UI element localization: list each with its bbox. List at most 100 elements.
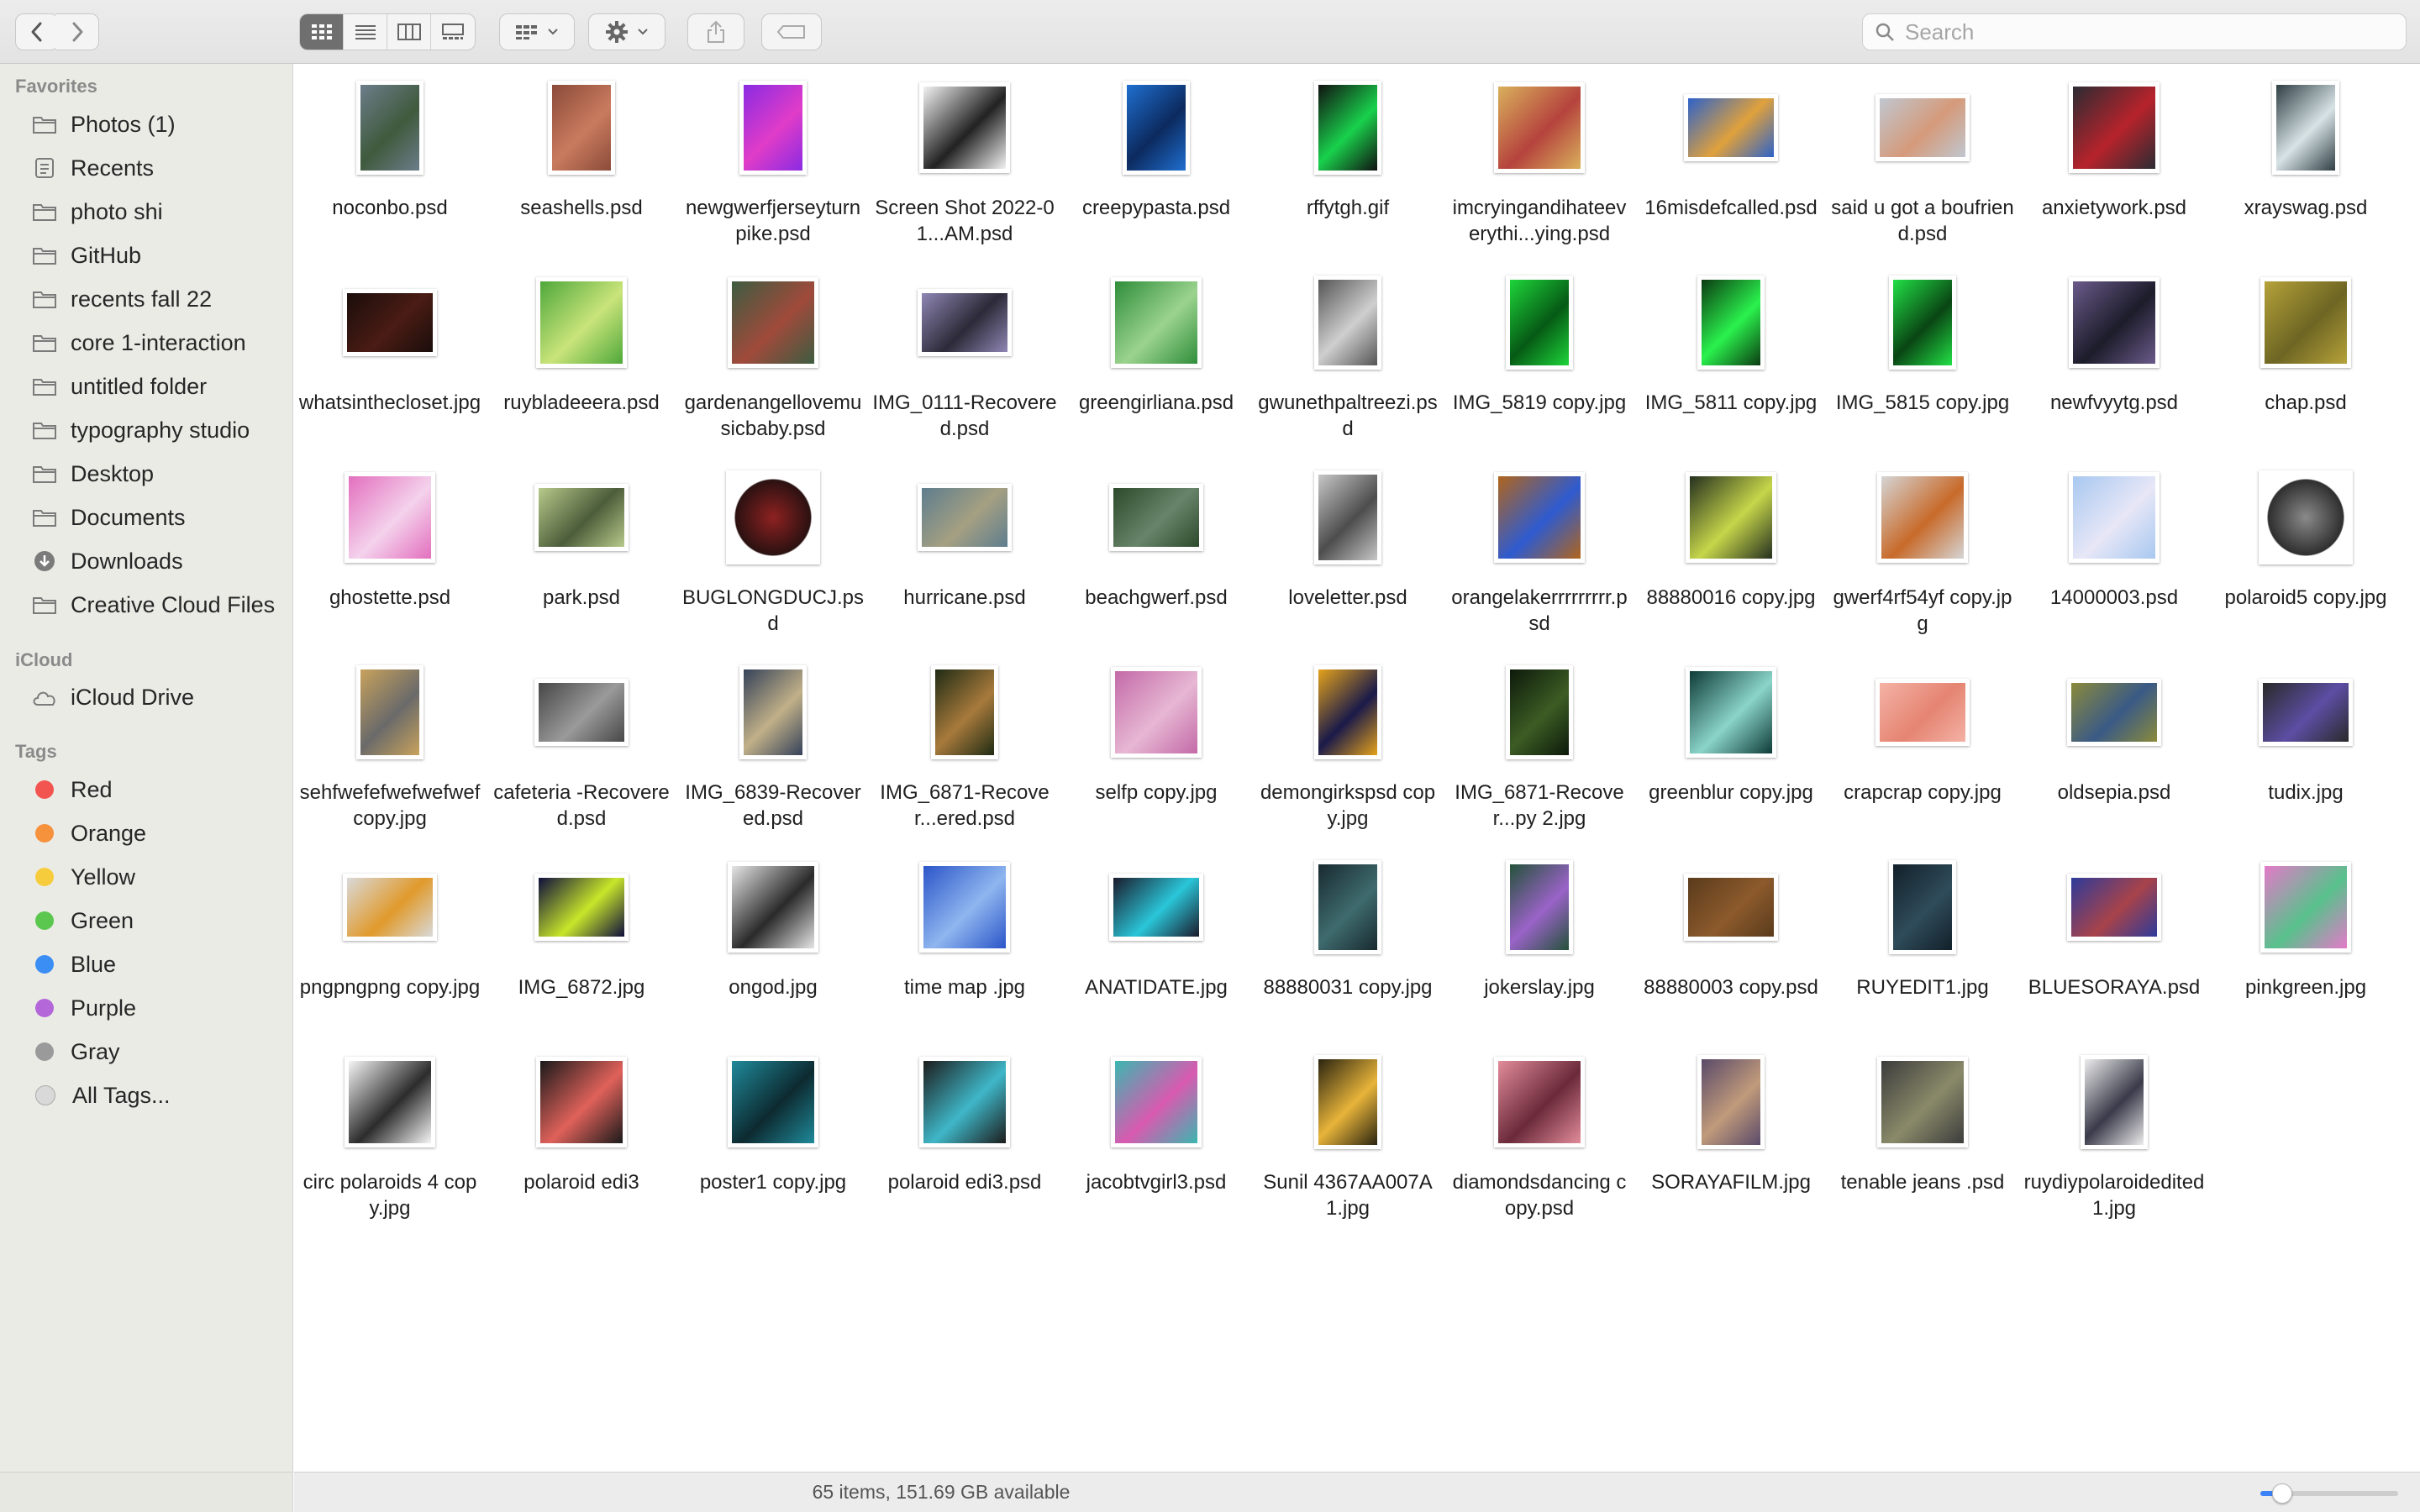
sidebar-item-icloud-drive[interactable]: iCloud Drive [30, 679, 194, 716]
file-item[interactable]: 88880016 copy.jpg [1639, 454, 1823, 639]
sidebar-item-recents-fall-22[interactable]: recents fall 22 [30, 281, 212, 318]
file-item[interactable]: jokerslay.jpg [1447, 844, 1632, 1029]
file-item[interactable]: time map .jpg [872, 844, 1057, 1029]
file-item[interactable]: orangelakerrrrrrrrr.psd [1447, 454, 1632, 639]
sidebar-tag-yellow[interactable]: Yellow [30, 858, 135, 895]
sidebar-item-core-1-interaction[interactable]: core 1-interaction [30, 324, 246, 361]
file-item[interactable]: loveletter.psd [1255, 454, 1440, 639]
file-item[interactable]: IMG_6872.jpg [489, 844, 674, 1029]
file-item[interactable]: IMG_6871-Recover...ered.psd [872, 649, 1057, 834]
file-item[interactable]: demongirkspsd copy.jpg [1255, 649, 1440, 834]
file-item[interactable]: ruydiypolaroidedited1.jpg [2022, 1039, 2207, 1224]
sidebar-item-recents[interactable]: Recents [30, 150, 154, 186]
file-item[interactable]: ruybladeeera.psd [489, 260, 674, 444]
file-item[interactable]: 16misdefcalled.psd [1639, 65, 1823, 249]
file-item[interactable]: whatsinthecloset.jpg [297, 260, 482, 444]
file-item[interactable]: ANATIDATE.jpg [1064, 844, 1249, 1029]
file-item[interactable]: noconbo.psd [297, 65, 482, 249]
file-item[interactable]: sehfwefefwefwefwef copy.jpg [297, 649, 482, 834]
file-item[interactable]: IMG_6839-Recovered.psd [681, 649, 865, 834]
file-item[interactable]: greengirliana.psd [1064, 260, 1249, 444]
file-item[interactable]: selfp copy.jpg [1064, 649, 1249, 834]
sidebar-item-photos-1[interactable]: Photos (1) [30, 106, 176, 143]
file-item[interactable]: beachgwerf.psd [1064, 454, 1249, 639]
file-item[interactable]: anxietywork.psd [2022, 65, 2207, 249]
file-item[interactable]: gwerf4rf54yf copy.jpg [1830, 454, 2015, 639]
file-item[interactable]: tenable jeans .psd [1830, 1039, 2015, 1224]
file-item[interactable]: BUGLONGDUCJ.psd [681, 454, 865, 639]
file-item[interactable]: SORAYAFILM.jpg [1639, 1039, 1823, 1224]
file-item[interactable]: RUYEDIT1.jpg [1830, 844, 2015, 1029]
file-item[interactable]: IMG_0111-Recovered.psd [872, 260, 1057, 444]
file-item[interactable]: IMG_5815 copy.jpg [1830, 260, 2015, 444]
sidebar-tag-purple[interactable]: Purple [30, 990, 136, 1026]
file-item[interactable]: greenblur copy.jpg [1639, 649, 1823, 834]
file-item[interactable]: polaroid edi3.psd [872, 1039, 1057, 1224]
file-item[interactable]: polaroid5 copy.jpg [2213, 454, 2398, 639]
sidebar-tag-all-tags[interactable]: All Tags... [30, 1077, 171, 1114]
search-input[interactable] [1903, 18, 2377, 46]
file-item[interactable]: polaroid edi3 [489, 1039, 674, 1224]
search-field[interactable] [1862, 13, 2407, 50]
sidebar-item-creative-cloud-files[interactable]: Creative Cloud Files [30, 586, 275, 623]
icon-view-button[interactable] [300, 14, 344, 50]
icon-size-slider[interactable] [2260, 1483, 2398, 1504]
file-item[interactable]: tudix.jpg [2213, 649, 2398, 834]
sidebar-item-github[interactable]: GitHub [30, 237, 141, 274]
file-item[interactable]: cafeteria -Recovered.psd [489, 649, 674, 834]
file-item[interactable]: gardenangellovemusicbaby.psd [681, 260, 865, 444]
sidebar-item-photo-shi[interactable]: photo shi [30, 193, 163, 230]
file-item[interactable]: Sunil 4367AA007A1.jpg [1255, 1039, 1440, 1224]
file-item[interactable]: circ polaroids 4 copy.jpg [297, 1039, 482, 1224]
sidebar-tag-orange[interactable]: Orange [30, 815, 146, 852]
sidebar-item-downloads[interactable]: Downloads [30, 543, 183, 580]
file-item[interactable]: oldsepia.psd [2022, 649, 2207, 834]
file-item[interactable]: chap.psd [2213, 260, 2398, 444]
file-item[interactable]: 88880031 copy.jpg [1255, 844, 1440, 1029]
file-item[interactable]: rffytgh.gif [1255, 65, 1440, 249]
file-item[interactable]: pngpngpng copy.jpg [297, 844, 482, 1029]
action-menu-button[interactable] [588, 13, 666, 50]
file-item[interactable]: ghostette.psd [297, 454, 482, 639]
sidebar-tag-gray[interactable]: Gray [30, 1033, 120, 1070]
sidebar-item-desktop[interactable]: Desktop [30, 455, 154, 492]
slider-knob[interactable] [2271, 1483, 2292, 1504]
sidebar-item-untitled-folder[interactable]: untitled folder [30, 368, 207, 405]
file-item[interactable]: ongod.jpg [681, 844, 865, 1029]
file-item[interactable]: IMG_6871-Recover...py 2.jpg [1447, 649, 1632, 834]
file-item[interactable]: IMG_5819 copy.jpg [1447, 260, 1632, 444]
sidebar-item-typography-studio[interactable]: typography studio [30, 412, 250, 449]
back-button[interactable] [15, 13, 59, 50]
file-item[interactable]: jacobtvgirl3.psd [1064, 1039, 1249, 1224]
file-item[interactable]: newfvyytg.psd [2022, 260, 2207, 444]
file-item[interactable]: Screen Shot 2022-01...AM.psd [872, 65, 1057, 249]
group-by-button[interactable] [499, 13, 575, 50]
gallery-view-button[interactable] [431, 14, 475, 50]
file-item[interactable]: xrayswag.psd [2213, 65, 2398, 249]
column-view-button[interactable] [387, 14, 431, 50]
file-item[interactable]: said u got a boufriend.psd [1830, 65, 2015, 249]
file-item[interactable]: imcryingandihateeverythi...ying.psd [1447, 65, 1632, 249]
file-item[interactable]: pinkgreen.jpg [2213, 844, 2398, 1029]
file-item[interactable]: BLUESORAYA.psd [2022, 844, 2207, 1029]
file-item[interactable]: IMG_5811 copy.jpg [1639, 260, 1823, 444]
file-item[interactable]: poster1 copy.jpg [681, 1039, 865, 1224]
forward-button[interactable] [55, 13, 99, 50]
sidebar-tag-blue[interactable]: Blue [30, 946, 116, 983]
file-item[interactable]: seashells.psd [489, 65, 674, 249]
sidebar-item-documents[interactable]: Documents [30, 499, 186, 536]
share-button[interactable] [687, 13, 744, 50]
file-item[interactable]: creepypasta.psd [1064, 65, 1249, 249]
file-item[interactable]: gwunethpaltreezi.psd [1255, 260, 1440, 444]
tag-button[interactable] [761, 13, 822, 50]
file-item[interactable]: diamondsdancing copy.psd [1447, 1039, 1632, 1224]
list-view-button[interactable] [344, 14, 387, 50]
file-item[interactable]: park.psd [489, 454, 674, 639]
file-item[interactable]: crapcrap copy.jpg [1830, 649, 2015, 834]
file-item[interactable]: 14000003.psd [2022, 454, 2207, 639]
file-item[interactable]: newgwerfjerseyturnpike.psd [681, 65, 865, 249]
file-item[interactable]: hurricane.psd [872, 454, 1057, 639]
sidebar-tag-green[interactable]: Green [30, 902, 134, 939]
file-item[interactable]: 88880003 copy.psd [1639, 844, 1823, 1029]
sidebar-tag-red[interactable]: Red [30, 771, 113, 808]
